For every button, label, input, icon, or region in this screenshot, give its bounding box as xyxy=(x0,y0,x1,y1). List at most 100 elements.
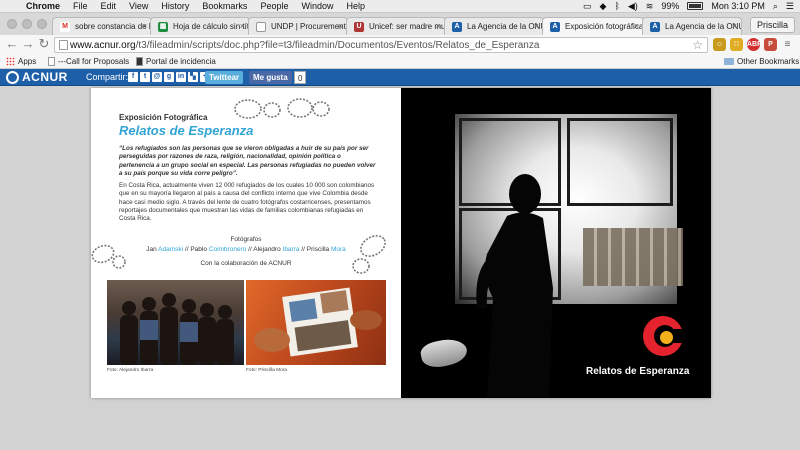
menu-view[interactable]: View xyxy=(129,0,148,12)
reload-icon[interactable]: ↻ xyxy=(37,37,51,51)
menu-window[interactable]: Window xyxy=(301,0,333,12)
extension-reader-icon[interactable]: P xyxy=(764,38,777,51)
menu-help[interactable]: Help xyxy=(346,0,365,12)
close-tab-icon[interactable]: × xyxy=(732,21,737,31)
menu-people[interactable]: People xyxy=(260,0,288,12)
browser-toolbar: ← → ↻ www.acnur.org/t3/fileadmin/scripts… xyxy=(0,35,800,55)
logo-dot xyxy=(660,331,673,344)
tab-gmail[interactable]: M sobre constancia de h × xyxy=(52,17,152,35)
bookmark-star-icon[interactable]: ☆ xyxy=(692,38,703,52)
doc-subtitle: Exposición Fotográfica xyxy=(119,113,208,122)
battery-icon[interactable] xyxy=(687,2,704,10)
zoom-window-button[interactable] xyxy=(37,19,47,29)
adblock-icon[interactable]: ABP xyxy=(747,38,762,51)
email-share-icon[interactable]: @ xyxy=(152,72,162,82)
like-count: 0 xyxy=(294,71,307,84)
footprint-icon xyxy=(234,99,281,119)
facebook-like-button[interactable]: Me gusta xyxy=(249,71,292,84)
photo-caption-2: Foto: Priscilla Mora xyxy=(246,368,288,373)
footprint-icon xyxy=(91,244,126,269)
footprint-icon xyxy=(352,235,386,274)
family-group-photo xyxy=(107,280,244,365)
airplay-icon[interactable]: ▭ xyxy=(583,1,592,12)
close-tab-icon[interactable]: × xyxy=(338,21,343,31)
url-domain: www.acnur.org xyxy=(70,40,136,51)
other-bookmarks[interactable]: Other Bookmarks xyxy=(724,57,799,66)
chrome-menu-icon[interactable]: ≡ xyxy=(781,38,794,51)
share-label: Compartir: xyxy=(86,72,129,82)
menu-edit[interactable]: Edit xyxy=(101,0,117,12)
extension-dots-icon[interactable]: ∷ xyxy=(730,38,743,51)
photographer-first: Priscilla xyxy=(306,246,330,253)
menu-file[interactable]: File xyxy=(73,0,88,12)
forward-icon[interactable]: → xyxy=(21,37,35,51)
photographer-last: Ibarra xyxy=(282,246,300,253)
menu-chrome[interactable]: Chrome xyxy=(26,0,60,12)
dropbox-icon[interactable]: ◆ xyxy=(600,1,607,12)
menu-history[interactable]: History xyxy=(161,0,189,12)
tab-acnur-1[interactable]: A La Agencia de la ONU × xyxy=(444,17,544,35)
name-separator: // xyxy=(248,246,252,253)
twitter-share-icon[interactable]: t xyxy=(140,72,150,82)
page-icon xyxy=(256,22,266,32)
window-controls xyxy=(7,19,47,29)
facebook-share-icon[interactable]: f xyxy=(128,72,138,82)
bluetooth-icon[interactable]: ᛒ xyxy=(614,1,619,11)
address-bar[interactable]: www.acnur.org/t3/fileadmin/scripts/doc.p… xyxy=(54,37,708,53)
bookmark-call-for-proposals[interactable]: ---Call for Proposals xyxy=(48,57,129,66)
tab-label: Unicef: ser madre mu xyxy=(369,22,446,31)
acnur-emblem-icon xyxy=(6,70,19,84)
url-path: /t3/fileadmin/scripts/doc.php?file=t3/fi… xyxy=(135,40,540,51)
extension-face-icon[interactable]: ☺ xyxy=(713,38,726,51)
page-icon xyxy=(136,57,143,66)
tab-acnur-2[interactable]: A La Agencia de la ONU × xyxy=(642,17,742,35)
tab-unicef[interactable]: U Unicef: ser madre mu × xyxy=(346,17,446,35)
acnur-logo[interactable]: ACNUR xyxy=(6,70,68,84)
apps-label: Apps xyxy=(18,57,37,66)
clock[interactable]: Mon 3:10 PM xyxy=(711,1,765,11)
battery-percent: 99% xyxy=(661,1,680,11)
photo-album-photo xyxy=(246,280,386,365)
twitter-tweet-button[interactable]: Twittear xyxy=(205,71,244,84)
profile-button[interactable]: Priscilla xyxy=(749,17,795,33)
search-icon[interactable]: ⌕ xyxy=(773,1,778,12)
close-tab-icon[interactable]: × xyxy=(240,21,245,31)
close-window-button[interactable] xyxy=(7,19,17,29)
unicef-icon: U xyxy=(354,22,364,32)
page-info-icon[interactable] xyxy=(59,40,68,50)
person-silhouette xyxy=(476,174,553,398)
linkedin-share-icon[interactable]: in xyxy=(176,72,186,82)
acnur-icon: A xyxy=(550,22,560,32)
apps-bookmark[interactable]: Apps xyxy=(6,57,36,66)
tab-exposicion-active[interactable]: A Exposición fotográfica × xyxy=(542,17,644,36)
tab-sheets[interactable]: ▦ Hoja de cálculo sin tít × xyxy=(150,17,250,35)
tab-label: sobre constancia de h xyxy=(75,22,152,31)
photographer-first: Alejandro xyxy=(253,246,281,253)
tab-label: UNDP | Procurement N xyxy=(271,22,348,31)
macos-menu-bar: Chrome File Edit View History Bookmarks … xyxy=(0,0,800,13)
back-icon[interactable]: ← xyxy=(5,37,19,51)
bookmark-portal-incidencia[interactable]: Portal de incidencia xyxy=(136,57,216,66)
minimize-window-button[interactable] xyxy=(22,19,32,29)
delicious-share-icon[interactable]: ▚ xyxy=(188,72,198,82)
other-bookmarks-label: Other Bookmarks xyxy=(737,57,800,66)
photo-caption-1: Foto: Alejandro Ibarra xyxy=(107,368,154,373)
wifi-icon[interactable]: ≋ xyxy=(646,1,654,12)
doc-title: Relatos de Esperanza xyxy=(119,123,254,138)
right-page-cover-photo: Relatos de Esperanza xyxy=(401,88,711,398)
google-share-icon[interactable]: g xyxy=(164,72,174,82)
close-tab-icon[interactable]: × xyxy=(142,21,147,31)
folder-icon xyxy=(724,58,734,65)
volume-icon[interactable]: ◀) xyxy=(628,1,638,12)
share-icons: f t @ g in ▚ + xyxy=(128,72,210,82)
close-tab-icon[interactable]: × xyxy=(634,21,639,31)
tab-undp[interactable]: UNDP | Procurement N × xyxy=(248,17,348,35)
acnur-icon: A xyxy=(650,22,660,32)
close-tab-icon[interactable]: × xyxy=(436,21,441,31)
close-tab-icon[interactable]: × xyxy=(534,21,539,31)
acnur-icon: A xyxy=(452,22,462,32)
menu-bookmarks[interactable]: Bookmarks xyxy=(202,0,247,12)
list-icon[interactable]: ☰ xyxy=(786,1,794,12)
relatos-logo-icon xyxy=(643,316,684,356)
document-viewer[interactable]: Exposición Fotográfica Relatos de Espera… xyxy=(0,87,800,450)
